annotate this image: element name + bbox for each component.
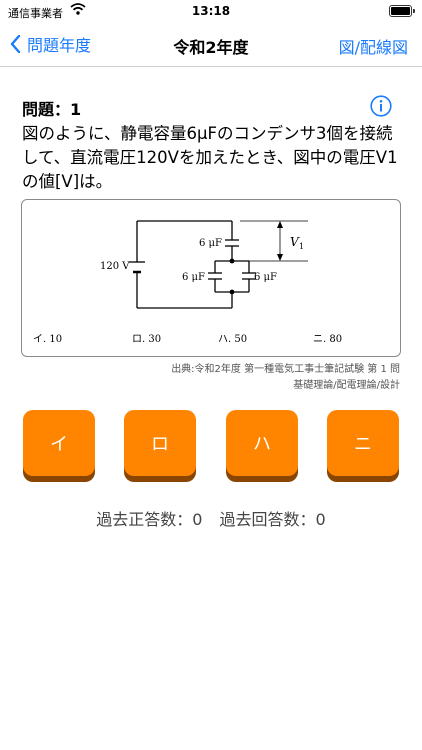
circuit-diagram: 120 V 6 μF 6 μF 6 μF V 1 イ. 10 ロ. 30 ハ. … xyxy=(33,220,342,345)
question-text: 図のように、静電容量6μFのコンデンサ3個を接続して、直流電圧120Vを加えたと… xyxy=(22,124,398,191)
option-label-ro: ロ. 30 xyxy=(132,334,161,345)
status-bar: 通信事業者 13:18 xyxy=(0,0,422,22)
battery-icon xyxy=(389,5,415,17)
answer-button-ro[interactable]: ロ xyxy=(124,410,196,476)
cap-right-label: 6 μF xyxy=(254,272,277,283)
figure-wiring-button[interactable]: 図/配線図 xyxy=(339,34,408,58)
source-line-2: 基礎理論/配電理論/設計 xyxy=(293,380,400,391)
clock: 13:18 xyxy=(191,4,231,18)
answer-button-ni[interactable]: ニ xyxy=(327,410,399,476)
source-citation: 出典:令和2年度 第一種電気工事士筆記試験 第 1 問 基礎理論/配電理論/設計 xyxy=(171,362,400,394)
cap-left-label: 6 μF xyxy=(182,272,205,283)
circuit-figure: 120 V 6 μF 6 μF 6 μF V 1 イ. 10 ロ. 30 ハ. … xyxy=(21,199,401,357)
info-icon[interactable] xyxy=(370,95,392,117)
voltage-label: 120 V xyxy=(100,261,130,272)
source-line-1: 出典:令和2年度 第一種電気工事士筆記試験 第 1 問 xyxy=(171,364,400,375)
option-label-ha: ハ. 50 xyxy=(218,334,247,345)
answer-stats: 過去正答数：0 過去回答数：0 xyxy=(0,506,422,530)
cap-top-label: 6 μF xyxy=(199,238,222,249)
question-number: 問題：1 xyxy=(22,100,82,119)
navigation-bar: 問題年度 令和2年度 図/配線図 xyxy=(0,22,422,67)
option-label-i: イ. 10 xyxy=(33,334,62,345)
v1-subscript: 1 xyxy=(299,242,304,251)
attempt-count: 過去回答数：0 xyxy=(219,510,326,529)
answer-button-i[interactable]: イ xyxy=(23,410,95,476)
option-label-ni: ニ. 80 xyxy=(313,334,342,345)
correct-count: 過去正答数：0 xyxy=(96,510,203,529)
answer-button-ha[interactable]: ハ xyxy=(226,410,298,476)
